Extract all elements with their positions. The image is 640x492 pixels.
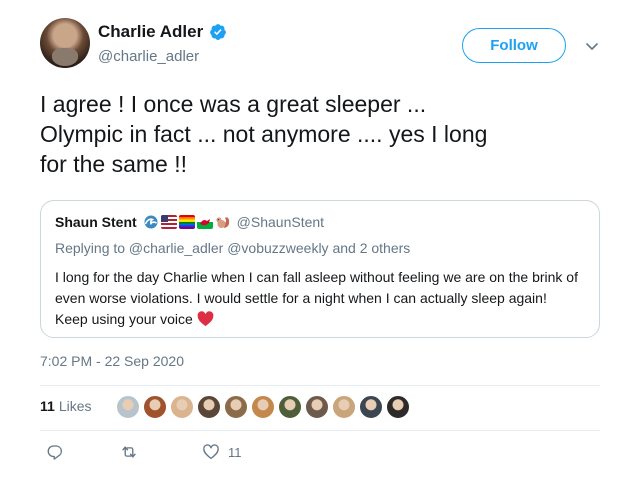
wales-flag-emoji [196, 215, 213, 229]
liker-avatar[interactable] [170, 395, 194, 419]
reply-icon [47, 445, 62, 460]
liker-avatar[interactable] [305, 395, 329, 419]
quoted-tweet[interactable]: Shaun Stent @ShaunStent Replying to @cha… [40, 200, 600, 338]
squirrel-emoji [216, 217, 229, 228]
retweet-icon [122, 446, 136, 458]
like-button[interactable]: 11 [202, 443, 242, 461]
reply-button[interactable] [46, 443, 64, 461]
liker-avatar[interactable] [332, 395, 356, 419]
quoted-tweet-text: I long for the day Charlie when I can fa… [55, 267, 590, 330]
tweet-actions: 11 [40, 443, 340, 465]
quoted-name-emojis [143, 215, 231, 229]
rainbow-flag-emoji [178, 215, 195, 229]
red-heart-emoji [197, 311, 214, 327]
quoted-line: I long for the day Charlie when I can fa… [55, 269, 578, 285]
liker-avatar[interactable] [386, 395, 410, 419]
likes-summary[interactable]: 11 Likes [40, 392, 92, 420]
liker-avatar[interactable] [143, 395, 167, 419]
author-avatar[interactable] [40, 18, 90, 68]
author-name[interactable]: Charlie Adler [98, 22, 203, 42]
liker-avatars [116, 395, 413, 419]
tweet-text: I agree ! I once was a great sleeper ...… [40, 89, 600, 179]
liker-avatar[interactable] [359, 395, 383, 419]
quoted-line: Keep using your voice [55, 311, 193, 327]
liker-avatar[interactable] [197, 395, 221, 419]
quoted-author-name[interactable]: Shaun Stent [55, 214, 137, 230]
chevron-down-icon[interactable] [584, 38, 600, 54]
quoted-line: even worse violations. I would settle fo… [55, 290, 547, 306]
author-name-row: Charlie Adler [98, 22, 227, 42]
author-handle[interactable]: @charlie_adler [98, 48, 227, 65]
retweet-button[interactable] [120, 443, 138, 461]
verified-badge-icon [210, 24, 227, 40]
follow-button[interactable]: Follow [462, 28, 566, 63]
quoted-line-last: Keep using your voice [55, 309, 590, 330]
quoted-author-row: Shaun Stent @ShaunStent [55, 214, 324, 230]
liker-avatar[interactable] [251, 395, 275, 419]
like-count: 11 [228, 444, 242, 460]
divider [40, 385, 600, 386]
liker-avatar[interactable] [278, 395, 302, 419]
replying-to-text[interactable]: Replying to @charlie_adler @vobuzzweekly… [55, 240, 410, 256]
author-block: Charlie Adler @charlie_adler [98, 22, 227, 65]
wave-emoji [144, 215, 158, 229]
quoted-author-handle[interactable]: @ShaunStent [237, 214, 324, 230]
heart-icon [203, 444, 219, 460]
liker-avatar[interactable] [224, 395, 248, 419]
divider [40, 430, 600, 431]
likes-count: 11 [40, 398, 55, 414]
tweet-line: Olympic in fact ... not anymore .... yes… [40, 121, 488, 147]
likes-label: Likes [58, 398, 92, 414]
tweet-line: for the same !! [40, 151, 188, 177]
tweet-line: I agree ! I once was a great sleeper ... [40, 91, 427, 117]
us-flag-emoji [160, 215, 177, 229]
tweet-timestamp[interactable]: 7:02 PM - 22 Sep 2020 [40, 353, 184, 369]
liker-avatar[interactable] [116, 395, 140, 419]
